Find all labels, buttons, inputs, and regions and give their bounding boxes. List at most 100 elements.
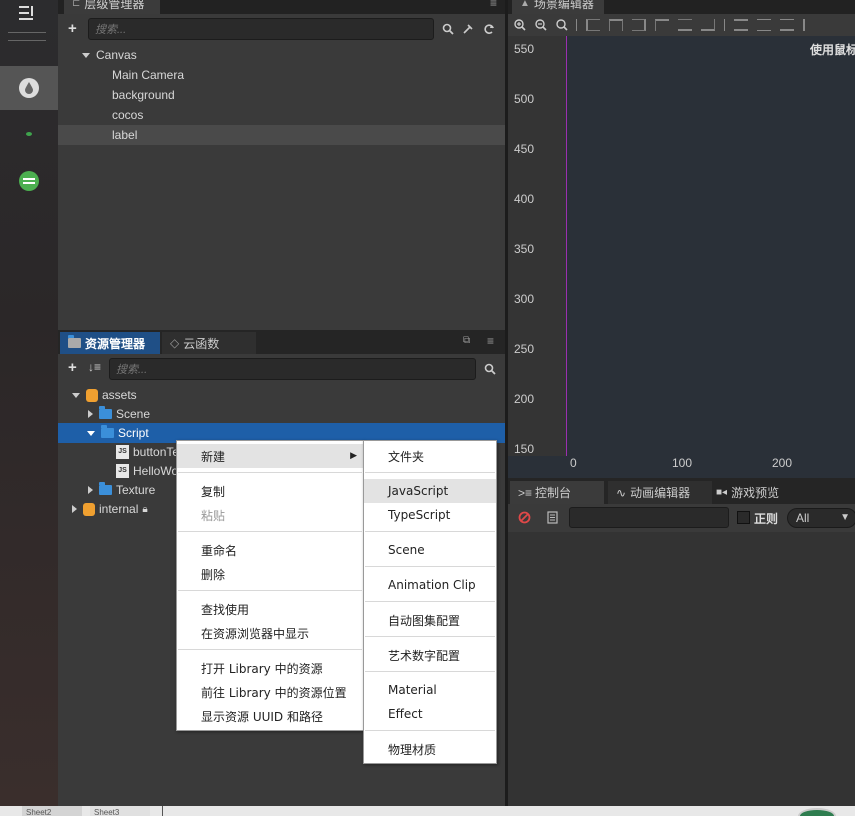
align-right-icon[interactable]: [632, 19, 646, 31]
distribute-middle-icon[interactable]: [757, 19, 771, 31]
align-top-icon[interactable]: [655, 19, 669, 31]
distribute-top-icon[interactable]: [734, 19, 748, 31]
distribute-bottom-icon[interactable]: [780, 19, 794, 31]
clear-icon[interactable]: [518, 511, 531, 524]
origin-line: [566, 36, 567, 456]
sort-icon[interactable]: ↓≡: [88, 360, 101, 374]
asset-assets[interactable]: assets: [58, 385, 505, 405]
menu-item-copy[interactable]: 复制: [177, 479, 363, 503]
expand-caret[interactable]: [87, 430, 95, 436]
folder-icon: [101, 425, 114, 438]
menu-item-new[interactable]: 新建 ▶: [177, 444, 363, 468]
dock-green-button[interactable]: [0, 159, 58, 203]
tab-game-preview[interactable]: ■◂ 游戏预览: [708, 481, 808, 504]
align-bottom-icon[interactable]: [701, 19, 715, 31]
scene-hint: 使用鼠标: [810, 43, 855, 57]
expand-caret[interactable]: [88, 486, 93, 494]
taskbar-strip: Sheet2 Sheet3: [0, 806, 855, 816]
tab-animation-editor[interactable]: ∿ 动画编辑器: [608, 481, 712, 504]
expand-caret[interactable]: [72, 505, 77, 513]
status-globe-icon[interactable]: [798, 808, 836, 816]
menu-item-find-usage[interactable]: 查找使用: [177, 597, 363, 621]
tree-node-cocos[interactable]: cocos: [58, 105, 505, 125]
sheet-tab-2[interactable]: Sheet3: [90, 806, 150, 816]
tree-node-label[interactable]: label: [58, 125, 505, 145]
search-icon[interactable]: [442, 23, 454, 35]
scene-toolbar: [508, 14, 855, 36]
context-menu: 新建 ▶ 复制 粘贴 重命名 删除 查找使用 在资源浏览器中显示 打开 Libr…: [176, 440, 364, 731]
align-left-icon[interactable]: [586, 19, 600, 31]
align-center-h-icon[interactable]: [609, 19, 623, 31]
submenu-item-folder[interactable]: 文件夹: [364, 444, 496, 468]
align-middle-icon[interactable]: [678, 19, 692, 31]
submenu-item-animation-clip[interactable]: Animation Clip: [364, 573, 496, 597]
dock-drop-button[interactable]: [0, 66, 58, 110]
align-tools[interactable]: [576, 19, 846, 31]
menu-item-goto-library[interactable]: 前往 Library 中的资源位置: [177, 680, 363, 704]
lock-icon: 🔒︎: [142, 503, 148, 515]
js-file-icon: JS: [116, 464, 129, 478]
log-file-icon[interactable]: [547, 511, 558, 524]
menu-item-show-in-explorer[interactable]: 在资源浏览器中显示: [177, 621, 363, 645]
expand-caret[interactable]: [72, 392, 80, 398]
scene-tabbar: ▲ 场景编辑器: [508, 0, 855, 14]
menu-item-show-uuid[interactable]: 显示资源 UUID 和路径: [177, 704, 363, 728]
submenu-item-material[interactable]: Material: [364, 678, 496, 702]
zoom-out-icon[interactable]: [535, 19, 547, 31]
submenu-item-typescript[interactable]: TypeScript: [364, 503, 496, 527]
tree-node-main-camera[interactable]: Main Camera: [58, 65, 505, 85]
zoom-reset-icon[interactable]: [556, 19, 568, 31]
sheet-tab-1[interactable]: Sheet2: [22, 806, 82, 816]
expand-caret[interactable]: [82, 52, 90, 58]
console-filter-input[interactable]: [569, 507, 729, 528]
animation-icon: ∿: [616, 485, 627, 500]
folder-icon: [68, 335, 81, 348]
submenu-item-javascript[interactable]: JavaScript: [364, 479, 496, 503]
left-dock: [0, 0, 58, 806]
submenu-item-physics-material[interactable]: 物理材质: [364, 737, 496, 761]
hierarchy-menu-icon[interactable]: ≡: [490, 0, 497, 10]
menu-item-delete[interactable]: 删除: [177, 562, 363, 586]
hierarchy-search-input[interactable]: 搜索...: [88, 18, 434, 40]
layout-icon[interactable]: [17, 4, 37, 22]
menu-item-paste[interactable]: 粘贴: [177, 503, 363, 527]
menu-item-open-in-library[interactable]: 打开 Library 中的资源: [177, 656, 363, 680]
distribute-left-icon[interactable]: [803, 19, 813, 31]
dock-green-small-button[interactable]: [0, 112, 58, 156]
cloud-icon: ◇: [170, 336, 180, 350]
add-node-button[interactable]: +: [68, 20, 77, 37]
refresh-icon[interactable]: [483, 23, 495, 35]
console-icon: >≡: [518, 485, 533, 500]
search-icon[interactable]: [484, 363, 496, 375]
tab-console[interactable]: >≡ 控制台: [510, 481, 604, 504]
tab-hierarchy[interactable]: ⊏ 层级管理器: [64, 0, 160, 14]
submenu-item-auto-atlas[interactable]: 自动图集配置: [364, 608, 496, 632]
leaf-icon: [26, 132, 32, 136]
locate-icon[interactable]: [462, 23, 474, 35]
tree-node-background[interactable]: background: [58, 85, 505, 105]
log-level-select[interactable]: All ▼: [787, 508, 855, 528]
drop-icon: [19, 78, 39, 98]
x-ruler: 0 100 200: [566, 456, 855, 478]
add-asset-button[interactable]: +: [68, 359, 77, 376]
regex-label: 正则: [754, 512, 779, 526]
regex-checkbox[interactable]: [737, 511, 750, 524]
maximize-icon[interactable]: ⧉: [463, 335, 470, 346]
tree-node-canvas[interactable]: Canvas: [58, 45, 505, 65]
assets-menu-icon[interactable]: ≡: [487, 334, 494, 348]
submenu-item-label-atlas[interactable]: 艺术数字配置: [364, 643, 496, 667]
zoom-in-icon[interactable]: [514, 19, 526, 31]
service-icon: [19, 171, 39, 191]
tab-scene-editor[interactable]: ▲ 场景编辑器: [512, 0, 604, 14]
submenu-item-scene[interactable]: Scene: [364, 538, 496, 562]
menu-item-rename[interactable]: 重命名: [177, 538, 363, 562]
asset-folder-scene[interactable]: Scene: [58, 404, 505, 424]
camera-icon: ■◂: [716, 487, 728, 498]
tab-cloud-functions[interactable]: ◇ 云函数: [162, 332, 256, 354]
tab-assets[interactable]: 资源管理器: [60, 332, 160, 354]
submenu-item-effect[interactable]: Effect: [364, 702, 496, 726]
y-ruler: 550 500 450 400 350 300 250 200 150: [508, 36, 566, 456]
assets-search-input[interactable]: 搜索...: [109, 358, 476, 380]
expand-caret[interactable]: [88, 410, 93, 418]
console-panel: >≡ 控制台 ∿ 动画编辑器 ■◂ 游戏预览 正则 All ▼: [508, 478, 855, 806]
